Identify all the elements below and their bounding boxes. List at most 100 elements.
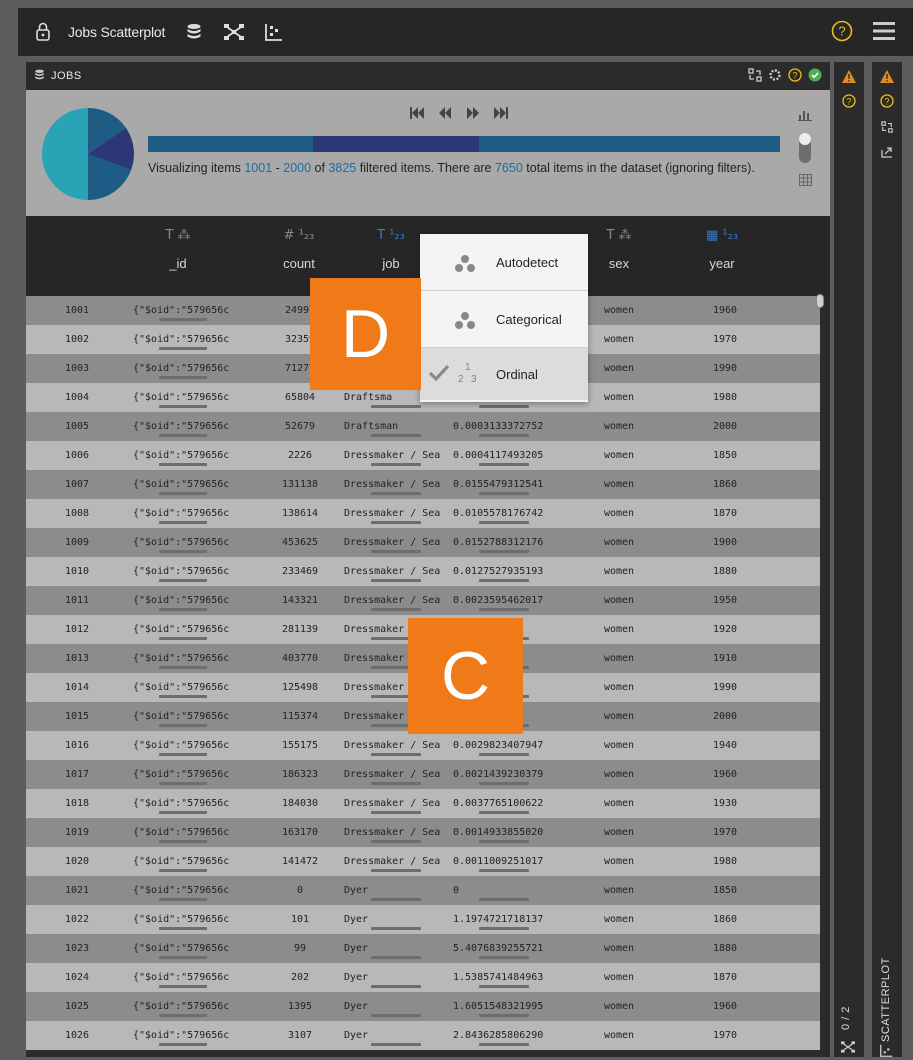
menu-item-ordinal[interactable]: 123 Ordinal bbox=[420, 348, 588, 400]
table-row[interactable]: 1026 {"$oid":"579656c 3107 Dyer 2.8436285806… bbox=[26, 1021, 820, 1050]
cell-sex: women bbox=[603, 653, 635, 664]
cell-perc: 0.0004117493205 bbox=[453, 450, 544, 461]
cell-job: Dyer bbox=[344, 914, 369, 925]
warning-icon[interactable] bbox=[880, 68, 894, 87]
row-index: 1015 bbox=[64, 711, 90, 722]
panel-title: JOBS bbox=[51, 70, 82, 82]
help-icon[interactable]: ? bbox=[788, 68, 802, 85]
row-index: 1009 bbox=[64, 537, 90, 548]
warning-icon[interactable] bbox=[842, 68, 856, 87]
cell-bar bbox=[159, 753, 207, 756]
swap-icon[interactable] bbox=[748, 68, 762, 85]
cell-bar bbox=[159, 695, 207, 698]
checkmark-icon bbox=[428, 364, 450, 386]
export-icon[interactable] bbox=[881, 143, 893, 162]
table-row[interactable]: 1017 {"$oid":"579656c 186323 Dressmaker / S… bbox=[26, 760, 820, 789]
network-icon[interactable] bbox=[841, 1038, 855, 1057]
row-index: 1002 bbox=[64, 334, 90, 345]
cell-bar bbox=[159, 637, 207, 640]
cell-sex: women bbox=[603, 769, 635, 780]
page-progress-bar[interactable] bbox=[148, 136, 780, 152]
table-row[interactable]: 1008 {"$oid":"579656c 138614 Dressmaker / S… bbox=[26, 499, 820, 528]
cell-count: 143321 bbox=[281, 595, 319, 606]
table-row[interactable]: 1020 {"$oid":"579656c 141472 Dressmaker / S… bbox=[26, 847, 820, 876]
table-row[interactable]: 1009 {"$oid":"579656c 453625 Dressmaker / S… bbox=[26, 528, 820, 557]
cell-count: 52679 bbox=[284, 421, 316, 432]
help-icon[interactable]: ? bbox=[842, 93, 856, 112]
database-icon[interactable] bbox=[183, 21, 205, 43]
table-row[interactable]: 1005 {"$oid":"579656c 52679 Draftsman 0.0003… bbox=[26, 412, 820, 441]
fast-forward-icon[interactable] bbox=[466, 104, 480, 123]
help-icon[interactable]: ? bbox=[880, 93, 894, 112]
hamburger-menu-icon[interactable] bbox=[873, 21, 895, 45]
row-index: 1014 bbox=[64, 682, 90, 693]
table-row[interactable]: 1006 {"$oid":"579656c 2226 Dressmaker / Sea… bbox=[26, 441, 820, 470]
table-row[interactable]: 1007 {"$oid":"579656c 131138 Dressmaker / S… bbox=[26, 470, 820, 499]
menu-item-autodetect[interactable]: Autodetect bbox=[420, 234, 588, 291]
cell-perc: 1.5385741484963 bbox=[453, 972, 544, 983]
scatterplot-icon[interactable] bbox=[880, 1042, 893, 1060]
row-index: 1007 bbox=[64, 479, 90, 490]
view-toggle[interactable] bbox=[799, 133, 811, 163]
cell-year: 1910 bbox=[712, 653, 738, 664]
table-row[interactable]: 1010 {"$oid":"579656c 233469 Dressmaker / S… bbox=[26, 557, 820, 586]
cell-bar bbox=[479, 869, 529, 872]
menu-item-categorical[interactable]: Categorical bbox=[420, 291, 588, 348]
histogram-icon[interactable] bbox=[798, 106, 812, 125]
cell-perc: 0.0037765100622 bbox=[453, 798, 544, 809]
gear-icon[interactable] bbox=[768, 68, 782, 85]
row-index: 1010 bbox=[64, 566, 90, 577]
cell-bar bbox=[479, 550, 529, 553]
cell-bar bbox=[159, 985, 207, 988]
scatterplot-icon[interactable] bbox=[263, 21, 285, 43]
cell-sex: women bbox=[603, 827, 635, 838]
cell-bar bbox=[159, 724, 207, 727]
cell-bar bbox=[479, 898, 529, 901]
skip-first-icon[interactable] bbox=[410, 104, 424, 123]
column-header-count[interactable]: # ¹₂₃ count bbox=[254, 228, 344, 271]
table-row[interactable]: 1025 {"$oid":"579656c 1395 Dyer 1.6051548321… bbox=[26, 992, 820, 1021]
lock-icon[interactable] bbox=[32, 21, 54, 43]
cell-year: 1880 bbox=[712, 566, 738, 577]
cell-bar bbox=[159, 811, 207, 814]
table-icon[interactable] bbox=[798, 171, 812, 190]
cell-bar bbox=[371, 753, 421, 756]
cell-job: Dyer bbox=[344, 1030, 369, 1041]
cell-bar bbox=[479, 579, 529, 582]
cell-perc: 0.0155479312541 bbox=[453, 479, 544, 490]
cell-year: 1850 bbox=[712, 450, 738, 461]
cell-count: 0 bbox=[296, 885, 304, 896]
skip-last-icon[interactable] bbox=[494, 104, 508, 123]
column-header-id[interactable]: T ⁂ _id bbox=[133, 228, 223, 271]
range-end: 2000 bbox=[283, 161, 312, 175]
cell-bar bbox=[159, 376, 207, 379]
total-count: 7650 bbox=[494, 161, 523, 175]
cell-count: 131138 bbox=[281, 479, 319, 490]
help-icon[interactable]: ? bbox=[831, 20, 853, 46]
table-row[interactable]: 1021 {"$oid":"579656c 0 Dyer 0 women 1850 bbox=[26, 876, 820, 905]
network-icon[interactable] bbox=[223, 21, 245, 43]
table-row[interactable]: 1011 {"$oid":"579656c 143321 Dressmaker / S… bbox=[26, 586, 820, 615]
table-row[interactable]: 1016 {"$oid":"579656c 155175 Dressmaker / S… bbox=[26, 731, 820, 760]
column-name: _id bbox=[169, 256, 187, 271]
table-row[interactable]: 1022 {"$oid":"579656c 101 Dyer 1.19747217181… bbox=[26, 905, 820, 934]
cell-id: {"$oid":"579656c bbox=[133, 479, 230, 490]
scatterplot-panel-label[interactable]: SCATTERPLOT bbox=[880, 957, 892, 1042]
cell-job: Dressmaker / Sea bbox=[344, 798, 441, 809]
cell-bar bbox=[479, 956, 529, 959]
cell-bar bbox=[479, 985, 529, 988]
cell-year: 1930 bbox=[712, 798, 738, 809]
cell-id: {"$oid":"579656c bbox=[133, 334, 230, 345]
table-row[interactable]: 1024 {"$oid":"579656c 202 Dyer 1.53857414849… bbox=[26, 963, 820, 992]
table-row[interactable]: 1019 {"$oid":"579656c 163170 Dressmaker / S… bbox=[26, 818, 820, 847]
swap-icon[interactable] bbox=[881, 118, 893, 137]
cell-bar bbox=[371, 782, 421, 785]
cell-bar bbox=[371, 898, 421, 901]
rewind-icon[interactable] bbox=[438, 104, 452, 123]
summary-side-tools bbox=[798, 106, 812, 190]
column-header-year[interactable]: ▦ ¹₂₃ year bbox=[677, 228, 767, 271]
table-row[interactable]: 1023 {"$oid":"579656c 99 Dyer 5.407683925572… bbox=[26, 934, 820, 963]
table-scrollbar[interactable] bbox=[816, 294, 824, 308]
table-row[interactable]: 1018 {"$oid":"579656c 184030 Dressmaker / S… bbox=[26, 789, 820, 818]
row-index: 1011 bbox=[64, 595, 90, 606]
